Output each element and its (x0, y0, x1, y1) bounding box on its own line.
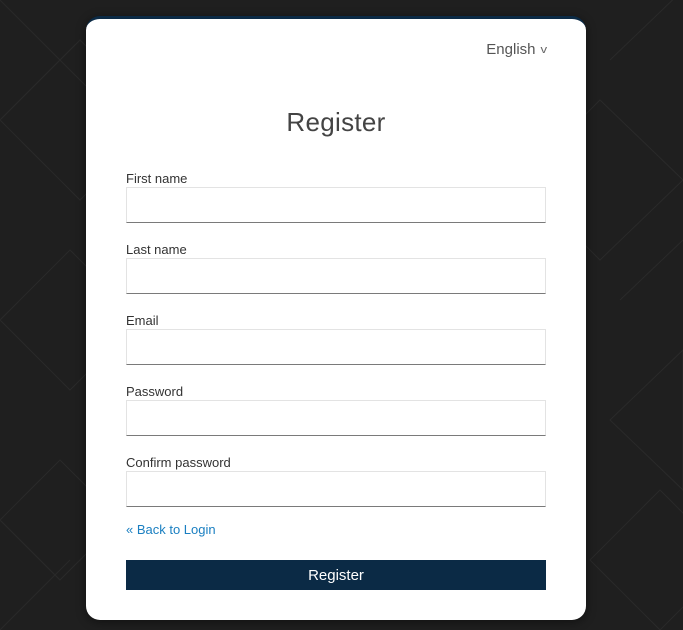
page-title: Register (286, 107, 386, 137)
register-button[interactable]: Register (126, 560, 546, 590)
last-name-label: Last name (126, 242, 187, 257)
language-label: English (486, 41, 536, 58)
email-label: Email (126, 313, 159, 328)
first-name-label: First name (126, 171, 188, 186)
language-selector[interactable]: English v (486, 41, 546, 58)
email-field[interactable] (126, 329, 546, 365)
confirm-password-field[interactable] (126, 471, 546, 507)
first-name-field[interactable] (126, 187, 546, 223)
back-to-login-link[interactable]: « Back to Login (126, 522, 216, 537)
chevron-down-icon: v (539, 43, 547, 56)
register-card: English v Register First name Last name … (86, 16, 586, 620)
password-field[interactable] (126, 400, 546, 436)
confirm-password-label: Confirm password (126, 455, 231, 470)
last-name-field[interactable] (126, 258, 546, 294)
password-label: Password (126, 384, 184, 399)
